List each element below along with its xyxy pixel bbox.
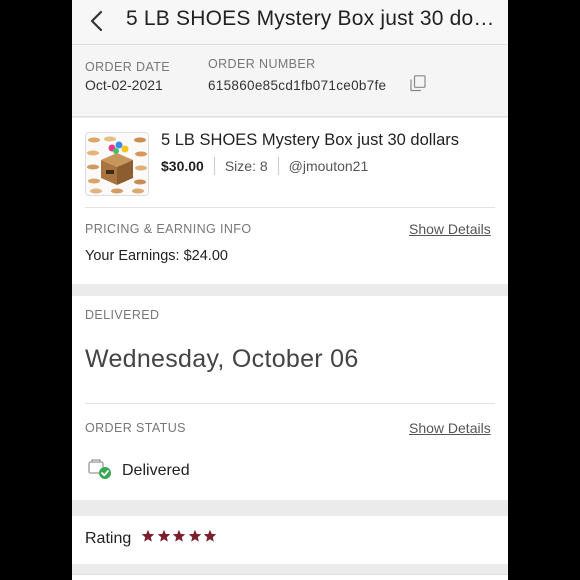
chevron-left-icon[interactable] [88, 9, 106, 33]
star-icon [173, 530, 185, 542]
order-info-card: ORDER DATE Oct-02-2021 ORDER NUMBER 6158… [72, 45, 508, 117]
mystery-box-thumbnail[interactable] [85, 132, 149, 196]
order-status-show-details-link[interactable]: Show Details [409, 420, 491, 436]
order-number-label: ORDER NUMBER [208, 57, 316, 71]
copy-icon[interactable] [410, 75, 426, 92]
meta-separator [213, 157, 215, 175]
rating-card: Rating [72, 516, 508, 564]
item-size: Size: 8 [224, 158, 268, 174]
rating-stars [142, 530, 220, 542]
mystery-box-image [86, 133, 148, 195]
order-details-screen: 5 LB SHOES Mystery Box just 30 dollars O… [72, 0, 508, 580]
item-title[interactable]: 5 LB SHOES Mystery Box just 30 dollars [161, 131, 459, 150]
your-earnings: Your Earnings: $24.00 [85, 248, 228, 264]
star-icon [157, 530, 170, 542]
order-date-value: Oct-02-2021 [85, 77, 163, 93]
meta-separator [277, 157, 279, 175]
delivered-date: Wednesday, October 06 [85, 345, 359, 373]
header-bar: 5 LB SHOES Mystery Box just 30 dollars [72, 0, 508, 45]
bottom-strip [72, 574, 508, 580]
order-status-value: Delivered [122, 462, 190, 479]
divider [85, 403, 495, 404]
delivery-card: DELIVERED Wednesday, October 06 ORDER ST… [72, 296, 508, 500]
order-number-value: 615860e85cd1fb071ce0b7fe [208, 78, 387, 93]
item-price: $30.00 [161, 158, 204, 174]
divider [85, 207, 495, 208]
seller-username[interactable]: @jmouton21 [289, 158, 369, 174]
delivered-check-icon [88, 459, 111, 479]
item-card: 5 LB SHOES Mystery Box just 30 dollars $… [72, 118, 508, 284]
pricing-show-details-link[interactable]: Show Details [409, 221, 491, 237]
rating-label: Rating [85, 530, 132, 547]
delivered-label: DELIVERED [85, 308, 160, 322]
page-title: 5 LB SHOES Mystery Box just 30 dollars [126, 7, 496, 30]
order-date-label: ORDER DATE [85, 60, 171, 74]
star-icon [142, 530, 154, 542]
pricing-earning-label: PRICING & EARNING INFO [85, 222, 252, 236]
star-icon [204, 530, 216, 542]
star-icon [188, 530, 201, 542]
order-status-label: ORDER STATUS [85, 421, 186, 435]
item-meta: $30.00 Size: 8 @jmouton21 [161, 157, 368, 175]
